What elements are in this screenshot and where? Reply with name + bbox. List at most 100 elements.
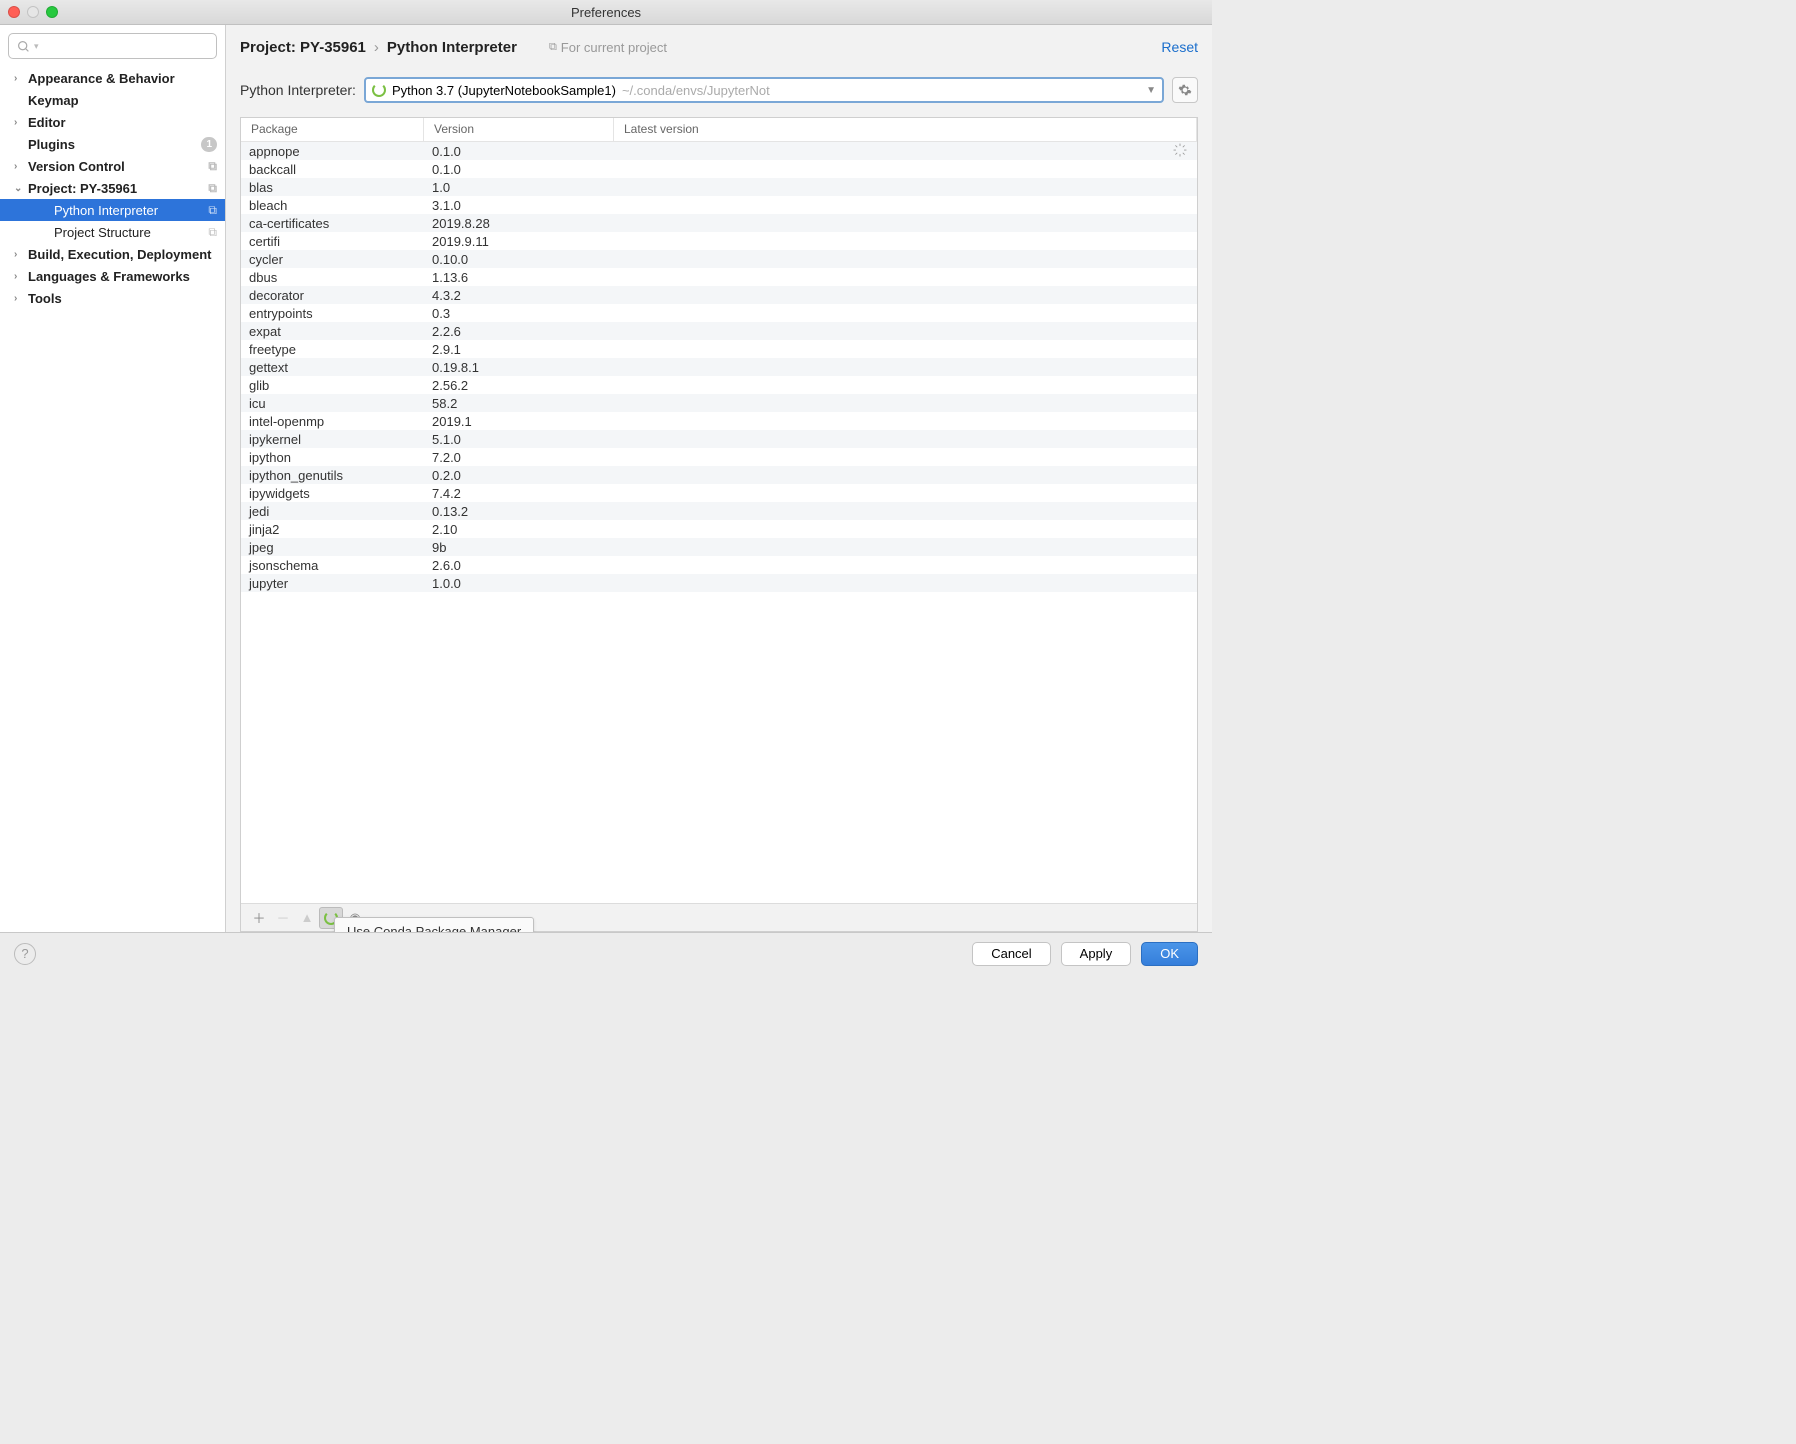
sidebar-item-plugins[interactable]: ›Plugins1: [0, 133, 225, 155]
cell-package: glib: [241, 378, 424, 393]
table-row[interactable]: cycler0.10.0: [241, 250, 1197, 268]
reset-link[interactable]: Reset: [1161, 39, 1198, 55]
cell-package: entrypoints: [241, 306, 424, 321]
table-row[interactable]: certifi2019.9.11: [241, 232, 1197, 250]
triangle-up-icon: ▲: [301, 910, 314, 925]
header-version[interactable]: Version: [424, 118, 614, 141]
table-row[interactable]: ipython7.2.0: [241, 448, 1197, 466]
table-row[interactable]: jsonschema2.6.0: [241, 556, 1197, 574]
gear-icon: [1178, 83, 1192, 97]
sidebar-item-languages-frameworks[interactable]: ›Languages & Frameworks: [0, 265, 225, 287]
cell-version: 1.0: [424, 180, 614, 195]
cell-package: jedi: [241, 504, 424, 519]
table-row[interactable]: dbus1.13.6: [241, 268, 1197, 286]
breadcrumb-separator: ›: [374, 39, 379, 56]
sidebar-item-label: Project: PY-35961: [28, 181, 204, 196]
table-row[interactable]: blas1.0: [241, 178, 1197, 196]
cell-package: certifi: [241, 234, 424, 249]
sidebar-item-label: Editor: [28, 115, 217, 130]
sidebar-item-label: Languages & Frameworks: [28, 269, 217, 284]
cell-package: ca-certificates: [241, 216, 424, 231]
table-row[interactable]: appnope0.1.0: [241, 142, 1197, 160]
table-row[interactable]: gettext0.19.8.1: [241, 358, 1197, 376]
sidebar-item-keymap[interactable]: ›Keymap: [0, 89, 225, 111]
interpreter-select[interactable]: Python 3.7 (JupyterNotebookSample1) ~/.c…: [364, 77, 1164, 103]
cell-package: jpeg: [241, 540, 424, 555]
settings-tree: ›Appearance & Behavior›Keymap›Editor›Plu…: [0, 63, 225, 932]
maximize-window-icon[interactable]: [46, 6, 58, 18]
search-input[interactable]: ▾: [8, 33, 217, 59]
table-row[interactable]: intel-openmp2019.1: [241, 412, 1197, 430]
scope-hint: ⧉ For current project: [549, 40, 667, 55]
ok-button[interactable]: OK: [1141, 942, 1198, 966]
table-row[interactable]: expat2.2.6: [241, 322, 1197, 340]
table-row[interactable]: jupyter1.0.0: [241, 574, 1197, 592]
copy-icon: ⧉: [208, 159, 217, 174]
breadcrumb: Project: PY-35961 › Python Interpreter ⧉…: [240, 35, 1198, 59]
cell-version: 2.2.6: [424, 324, 614, 339]
sidebar-item-python-interpreter[interactable]: ›Python Interpreter⧉: [0, 199, 225, 221]
table-row[interactable]: glib2.56.2: [241, 376, 1197, 394]
table-row[interactable]: icu58.2: [241, 394, 1197, 412]
upgrade-package-button: ▲: [295, 907, 319, 929]
cell-version: 0.13.2: [424, 504, 614, 519]
cell-version: 0.19.8.1: [424, 360, 614, 375]
sidebar-item-label: Build, Execution, Deployment: [28, 247, 217, 262]
sidebar-item-label: Tools: [28, 291, 217, 306]
table-row[interactable]: jedi0.13.2: [241, 502, 1197, 520]
table-row[interactable]: bleach3.1.0: [241, 196, 1197, 214]
cell-package: bleach: [241, 198, 424, 213]
table-row[interactable]: decorator4.3.2: [241, 286, 1197, 304]
cell-version: 2.6.0: [424, 558, 614, 573]
table-row[interactable]: backcall0.1.0: [241, 160, 1197, 178]
interpreter-settings-button[interactable]: [1172, 77, 1198, 103]
packages-table: Package Version Latest version appnope0.…: [240, 117, 1198, 932]
sidebar-item-version-control[interactable]: ›Version Control⧉: [0, 155, 225, 177]
table-body[interactable]: appnope0.1.0backcall0.1.0blas1.0bleach3.…: [241, 142, 1197, 903]
cell-version: 1.13.6: [424, 270, 614, 285]
sidebar-item-editor[interactable]: ›Editor: [0, 111, 225, 133]
sidebar-item-label: Keymap: [28, 93, 217, 108]
cell-package: freetype: [241, 342, 424, 357]
chevron-right-icon: ›: [14, 161, 24, 172]
sidebar-item-project-py-35961[interactable]: ⌄Project: PY-35961⧉: [0, 177, 225, 199]
chevron-right-icon: ›: [14, 249, 24, 260]
table-row[interactable]: freetype2.9.1: [241, 340, 1197, 358]
cell-version: 7.2.0: [424, 450, 614, 465]
table-row[interactable]: ca-certificates2019.8.28: [241, 214, 1197, 232]
table-row[interactable]: ipython_genutils0.2.0: [241, 466, 1197, 484]
sidebar-item-label: Plugins: [28, 137, 201, 152]
breadcrumb-page: Python Interpreter: [387, 39, 517, 56]
table-row[interactable]: jinja22.10: [241, 520, 1197, 538]
close-window-icon[interactable]: [8, 6, 20, 18]
copy-icon: ⧉: [208, 181, 217, 196]
chevron-down-icon: ▼: [1146, 85, 1156, 96]
chevron-right-icon: ›: [14, 293, 24, 304]
table-row[interactable]: jpeg9b: [241, 538, 1197, 556]
table-row[interactable]: entrypoints0.3: [241, 304, 1197, 322]
table-row[interactable]: ipywidgets7.4.2: [241, 484, 1197, 502]
add-package-button[interactable]: ＋: [247, 907, 271, 929]
interpreter-path: ~/.conda/envs/JupyterNot: [622, 83, 770, 98]
cell-package: gettext: [241, 360, 424, 375]
cell-package: cycler: [241, 252, 424, 267]
cell-package: appnope: [241, 144, 424, 159]
main-panel: Project: PY-35961 › Python Interpreter ⧉…: [226, 25, 1212, 932]
sidebar-item-project-structure[interactable]: ›Project Structure⧉: [0, 221, 225, 243]
cell-package: intel-openmp: [241, 414, 424, 429]
apply-button[interactable]: Apply: [1061, 942, 1132, 966]
question-icon: ?: [21, 946, 28, 961]
sidebar-item-tools[interactable]: › Tools: [0, 287, 225, 309]
cell-version: 9b: [424, 540, 614, 555]
cell-package: jinja2: [241, 522, 424, 537]
header-package[interactable]: Package: [241, 118, 424, 141]
copy-icon: ⧉: [549, 41, 557, 54]
help-button[interactable]: ?: [14, 943, 36, 965]
sidebar-item-build-execution-deployment[interactable]: › Build, Execution, Deployment: [0, 243, 225, 265]
cell-version: 2019.1: [424, 414, 614, 429]
table-row[interactable]: ipykernel5.1.0: [241, 430, 1197, 448]
cell-version: 5.1.0: [424, 432, 614, 447]
cancel-button[interactable]: Cancel: [972, 942, 1050, 966]
sidebar-item-appearance-behavior[interactable]: ›Appearance & Behavior: [0, 67, 225, 89]
header-latest[interactable]: Latest version: [614, 118, 1197, 141]
